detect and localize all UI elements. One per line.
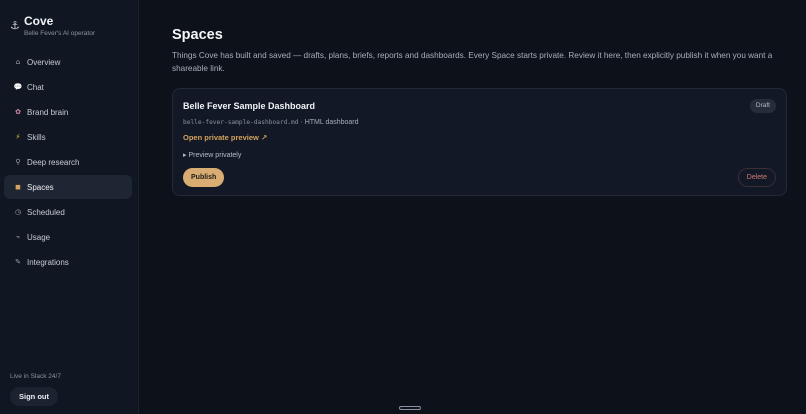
brain-icon: ✿: [15, 108, 21, 116]
sidebar-item-scheduled[interactable]: ◷ Scheduled: [4, 200, 132, 224]
space-title: Belle Fever Sample Dashboard: [183, 101, 316, 111]
page-description: Things Cove has built and saved — drafts…: [172, 51, 773, 73]
app-subtitle: Belle Fever's AI operator: [24, 30, 95, 37]
magnifier-icon: ⚲: [15, 158, 21, 166]
sidebar-item-label: Integrations: [27, 257, 69, 267]
sidebar-item-label: Scheduled: [27, 207, 65, 217]
speech-bubble-icon: 💬: [13, 83, 23, 91]
sidebar-item-label: Chat: [27, 82, 44, 92]
sidebar-item-usage[interactable]: ⌁ Usage: [4, 225, 132, 249]
publish-button[interactable]: Publish: [183, 168, 225, 187]
sidebar-item-label: Usage: [27, 232, 51, 242]
sidebar-item-label: Skills: [27, 132, 46, 142]
anchor-icon: ⚓: [10, 19, 20, 32]
sidebar-item-spaces[interactable]: ◼ Spaces: [4, 175, 132, 199]
sidebar-item-label: Spaces: [27, 182, 54, 192]
sidebar-item-integrations[interactable]: ✎ Integrations: [4, 250, 132, 274]
resize-handle[interactable]: [399, 406, 421, 410]
app-name: Cove: [24, 14, 54, 28]
page-title: Spaces: [172, 27, 223, 43]
sign-out-button[interactable]: Sign out: [10, 387, 58, 406]
sidebar-item-label: Overview: [27, 57, 61, 67]
sidebar-item-brand-brain[interactable]: ✿ Brand brain: [4, 100, 132, 124]
clock-icon: ◷: [14, 208, 22, 216]
sidebar-item-label: Brand brain: [27, 107, 69, 117]
space-filename: belle-fever-sample-dashboard.md: [183, 119, 299, 126]
home-icon: ⌂: [15, 58, 21, 66]
package-icon: ◼: [15, 183, 21, 191]
status-badge: Draft: [749, 99, 776, 113]
preview-privately-toggle[interactable]: ▸ Preview privately: [183, 151, 241, 159]
plug-icon: ✎: [15, 258, 21, 266]
sidebar-nav: ⌂ Overview 💬 Chat ✿ Brand brain ⚡ Skills…: [4, 50, 132, 275]
open-private-preview-link[interactable]: Open private preview ↗: [183, 133, 267, 142]
space-card: Belle Fever Sample Dashboard Draft belle…: [172, 88, 787, 196]
sidebar: ⚓ Cove Belle Fever's AI operator ⌂ Overv…: [0, 0, 139, 414]
delete-button[interactable]: Delete: [737, 168, 776, 187]
space-type: · HTML dashboard: [300, 119, 359, 126]
sidebar-item-chat[interactable]: 💬 Chat: [4, 75, 132, 99]
slack-status: Live in Slack 24/7: [10, 373, 61, 380]
space-meta: belle-fever-sample-dashboard.md · HTML d…: [183, 119, 359, 126]
sidebar-item-overview[interactable]: ⌂ Overview: [4, 50, 132, 74]
lightning-icon: ⚡: [15, 133, 21, 141]
chart-icon: ⌁: [15, 233, 21, 241]
sidebar-item-label: Deep research: [27, 157, 80, 167]
sidebar-item-skills[interactable]: ⚡ Skills: [4, 125, 132, 149]
sidebar-item-deep-research[interactable]: ⚲ Deep research: [4, 150, 132, 174]
